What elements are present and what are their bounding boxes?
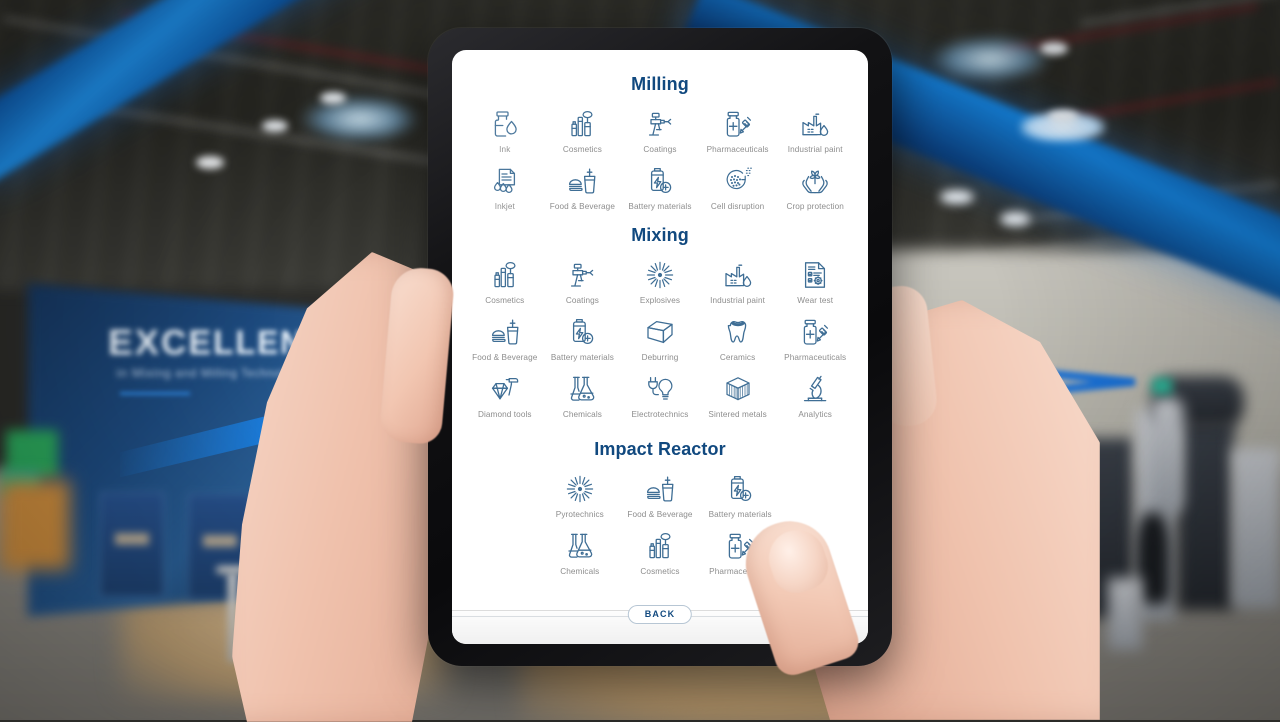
tooth-icon [721,315,755,349]
icon-grid-mixing: Cosmetics Coatings Explosives Industrial… [466,254,854,421]
app-tile-label: Food & Beverage [472,353,537,362]
flask-beaker-icon [565,372,599,406]
app-tile-label: Cosmetics [563,145,602,154]
icon-grid-impact-reactor: Pyrotechnics Food & Beverage Battery mat… [540,468,781,578]
app-tile[interactable]: Diamond tools [466,368,544,421]
app-tile[interactable]: Cosmetics [620,525,700,578]
app-tile[interactable]: Food & Beverage [466,311,544,364]
app-tile-label: Ink [499,145,510,154]
back-button[interactable]: BACK [628,605,692,624]
app-tile-label: Electrotechnics [631,410,688,419]
burger-drink-icon [565,164,599,198]
lightbulb-plug-icon [643,372,677,406]
app-tile-label: Battery materials [551,353,614,362]
flask-beaker-icon [563,529,597,563]
app-tile-label: Coatings [566,296,599,305]
cell-disruption-icon [721,164,755,198]
app-tile[interactable]: Cosmetics [544,103,622,156]
factory-paint-icon [798,107,832,141]
app-tile-label: Cosmetics [485,296,524,305]
app-tile[interactable]: Analytics [776,368,854,421]
app-tile-label: Deburring [642,353,679,362]
app-tile[interactable]: Coatings [621,103,699,156]
app-tile[interactable]: Chemicals [544,368,622,421]
app-tile-label: Ceramics [720,353,755,362]
app-tile-label: Inkjet [495,202,515,211]
app-tile-label: Wear test [797,296,833,305]
battery-plus-icon [565,315,599,349]
app-tile[interactable]: Battery materials [544,311,622,364]
app-tile-label: Crop protection [786,202,843,211]
cosmetics-icon [565,107,599,141]
app-tile[interactable]: Crop protection [776,160,854,213]
app-tile-label: Food & Beverage [550,202,615,211]
spray-gun-icon [565,258,599,292]
app-tile[interactable]: Deburring [621,311,699,364]
app-tile[interactable]: Chemicals [540,525,620,578]
app-tile-label: Diamond tools [478,410,532,419]
section-title-mixing: Mixing [466,225,854,246]
app-tile[interactable]: Inkjet [466,160,544,213]
app-tile-label: Food & Beverage [627,510,692,519]
cosmetics-icon [643,529,677,563]
cube-icon [643,315,677,349]
app-tile-label: Explosives [640,296,680,305]
app-tile-label: Cosmetics [640,567,679,576]
app-tile[interactable]: Cell disruption [699,160,777,213]
section-title-impact-reactor: Impact Reactor [466,439,854,460]
app-tile-label: Chemicals [563,410,602,419]
app-tile[interactable]: Food & Beverage [620,468,700,521]
app-tile[interactable]: Pharmaceuticals [699,103,777,156]
app-tile-label: Pharmaceuticals [784,353,846,362]
burger-drink-icon [488,315,522,349]
app-tile[interactable]: Cosmetics [466,254,544,307]
app-tile-label: Industrial paint [710,296,765,305]
battery-plus-icon [723,472,757,506]
app-tile-label: Industrial paint [788,145,843,154]
icon-grid-milling: Ink Cosmetics Coatings Pharmaceuticals [466,103,854,213]
explosion-burst-icon [643,258,677,292]
battery-plus-icon [643,164,677,198]
app-tile-label: Battery materials [709,510,772,519]
app-tile-label: Analytics [798,410,832,419]
burger-drink-icon [643,472,677,506]
app-tile[interactable]: Sintered metals [699,368,777,421]
hands-plant-icon [798,164,832,198]
app-tile[interactable]: Wear test [776,254,854,307]
explosion-burst-icon [563,472,597,506]
app-tile[interactable]: Ink [466,103,544,156]
cosmetics-icon [488,258,522,292]
app-tile-label: Battery materials [628,202,691,211]
factory-paint-icon [721,258,755,292]
app-tile[interactable]: Pharmaceuticals [776,311,854,364]
app-tile-label: Pyrotechnics [556,510,604,519]
app-tile[interactable]: Food & Beverage [544,160,622,213]
spray-gun-icon [643,107,677,141]
app-tile[interactable]: Coatings [544,254,622,307]
medicine-syringe-icon [798,315,832,349]
app-tile[interactable]: Pyrotechnics [540,468,620,521]
microscope-icon [798,372,832,406]
medicine-syringe-icon [721,107,755,141]
ink-bottle-icon [488,107,522,141]
app-tile[interactable]: Electrotechnics [621,368,699,421]
app-tile-label: Sintered metals [708,410,766,419]
sintered-cube-icon [721,372,755,406]
app-tile-label: Chemicals [560,567,599,576]
app-tile-label: Cell disruption [711,202,764,211]
app-tile-label: Coatings [643,145,676,154]
section-title-milling: Milling [466,74,854,95]
app-tile[interactable]: Battery materials [700,468,780,521]
app-tile[interactable]: Ceramics [699,311,777,364]
app-tile[interactable]: Explosives [621,254,699,307]
app-tile[interactable]: Industrial paint [776,103,854,156]
diamond-hammer-icon [488,372,522,406]
test-report-icon [798,258,832,292]
app-tile-label: Pharmaceuticals [707,145,769,154]
app-tile[interactable]: Industrial paint [699,254,777,307]
app-tile[interactable]: Battery materials [621,160,699,213]
inkjet-printer-icon [488,164,522,198]
